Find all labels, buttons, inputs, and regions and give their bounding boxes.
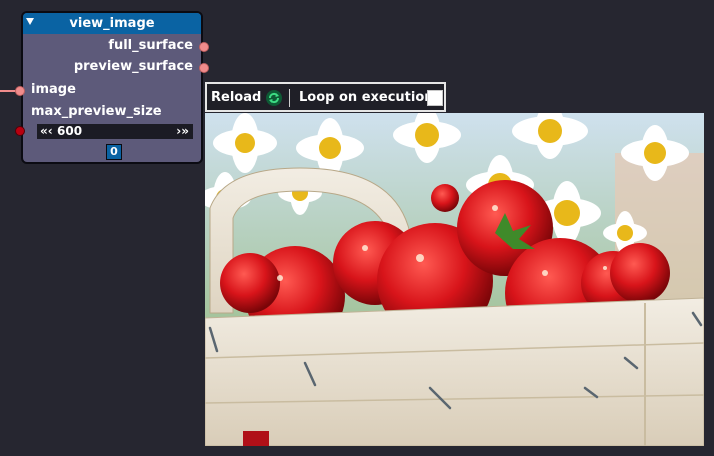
loop-on-execution-checkbox[interactable] bbox=[427, 90, 443, 106]
output-socket-preview-surface[interactable] bbox=[199, 63, 209, 73]
node-header[interactable]: view_image bbox=[23, 13, 201, 34]
reload-button[interactable]: Reload bbox=[211, 89, 283, 107]
max-preview-size-field[interactable]: «‹ 600 ›» bbox=[37, 124, 193, 139]
input-socket-image[interactable] bbox=[15, 86, 25, 96]
max-preview-size-value: 600 bbox=[57, 124, 83, 138]
increment-arrows[interactable]: ›» bbox=[176, 124, 189, 139]
loop-on-execution-label: Loop on execution bbox=[299, 90, 434, 105]
reload-label: Reload bbox=[211, 90, 262, 105]
output-label-preview-surface: preview_surface bbox=[73, 59, 193, 74]
input-label-max-preview-size: max_preview_size bbox=[31, 104, 162, 119]
image-preview bbox=[205, 113, 704, 446]
decrement-arrows[interactable]: «‹ bbox=[40, 124, 53, 139]
node-index-badge: 0 bbox=[106, 144, 122, 160]
preview-toolbar: Reload Loop on execution bbox=[205, 82, 446, 112]
reload-icon bbox=[266, 90, 283, 106]
output-socket-full-surface[interactable] bbox=[199, 42, 209, 52]
basket-front bbox=[205, 297, 704, 446]
collapse-triangle-icon[interactable] bbox=[26, 18, 34, 25]
input-socket-max-preview-size[interactable] bbox=[15, 126, 25, 136]
toolbar-separator bbox=[289, 89, 290, 107]
node-title: view_image bbox=[69, 16, 155, 31]
input-label-image: image bbox=[31, 82, 76, 97]
output-label-full-surface: full_surface bbox=[108, 38, 193, 53]
preview-image-drawing bbox=[205, 113, 704, 446]
view-image-node[interactable]: view_image full_surface preview_surface … bbox=[15, 11, 209, 164]
